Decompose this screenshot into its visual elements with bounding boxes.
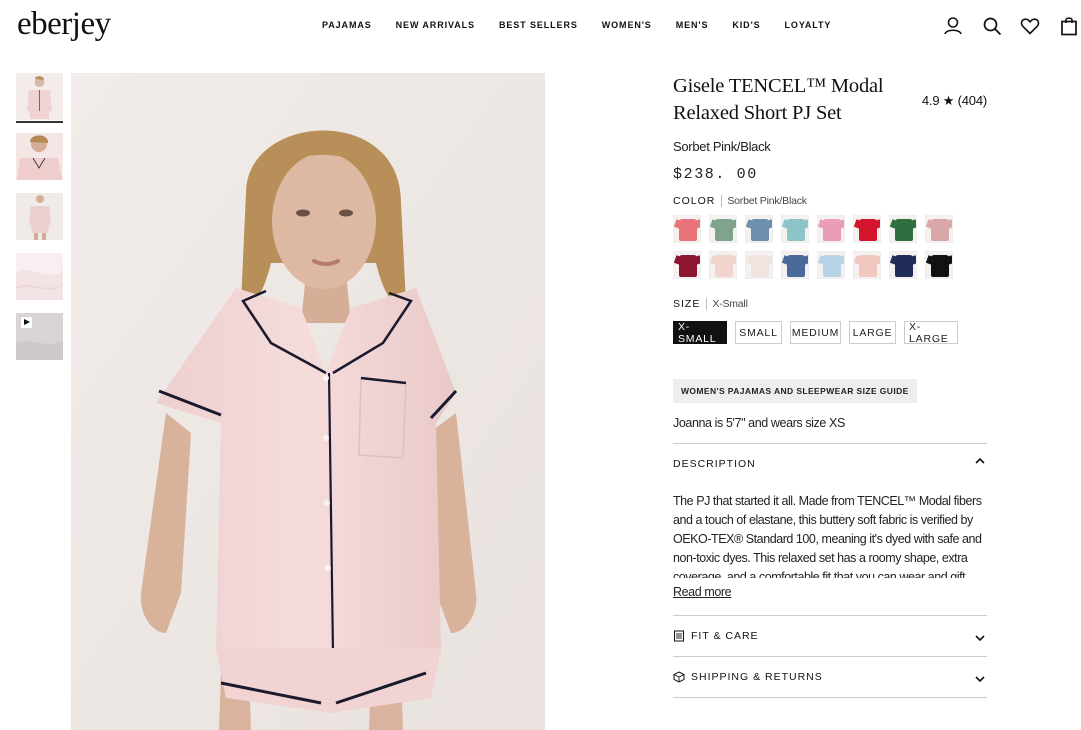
brand-logo[interactable]: eberjey <box>17 6 111 43</box>
chevron-down-icon <box>975 676 985 683</box>
care-label-icon <box>674 630 684 642</box>
product-color-name: Sorbet Pink/Black <box>673 139 771 154</box>
product-rating[interactable]: 4.9 ★ (404) <box>922 93 987 109</box>
swatch-shirt-icon <box>931 255 949 277</box>
size-guide-button[interactable]: WOMEN'S PAJAMAS AND SLEEPWEAR SIZE GUIDE <box>673 379 917 403</box>
thumbnail-video[interactable] <box>16 313 63 360</box>
color-swatch[interactable] <box>889 251 917 279</box>
package-icon <box>673 671 685 683</box>
label-divider <box>706 298 708 310</box>
shipping-returns-label: SHIPPING & RETURNS <box>691 671 823 683</box>
color-swatch[interactable] <box>781 215 809 243</box>
fit-care-accordion-header[interactable]: FIT & CARE <box>673 616 987 656</box>
color-swatch[interactable] <box>673 251 701 279</box>
color-label: COLOR <box>673 195 716 207</box>
thumbnail-closeup-image <box>16 133 63 180</box>
swatch-shirt-icon <box>823 219 841 241</box>
thumbnail-side[interactable] <box>16 193 63 240</box>
swatch-shirt-icon <box>787 219 805 241</box>
size-large-button[interactable]: LARGE <box>849 321 896 344</box>
label-divider <box>721 195 723 207</box>
nav-loyalty[interactable]: LOYALTY <box>785 20 832 30</box>
site-header: eberjey PAJAMAS NEW ARRIVALS BEST SELLER… <box>0 0 1081 52</box>
size-medium-button[interactable]: MEDIUM <box>790 321 841 344</box>
swatch-shirt-icon <box>751 219 769 241</box>
header-icons <box>940 15 1081 37</box>
color-swatch[interactable] <box>817 251 845 279</box>
thumbnail-fabric[interactable] <box>16 253 63 300</box>
color-swatch[interactable] <box>889 215 917 243</box>
color-label-row: COLOR Sorbet Pink/Black <box>673 195 987 207</box>
description-text: The PJ that started it all. Made from TE… <box>673 494 982 578</box>
swatch-shirt-icon <box>679 219 697 241</box>
color-swatch[interactable] <box>853 251 881 279</box>
color-swatch[interactable] <box>673 215 701 243</box>
size-label-row: SIZE X-Small <box>673 298 987 310</box>
nav-womens[interactable]: WOMEN'S <box>602 20 652 30</box>
swatch-shirt-icon <box>859 219 877 241</box>
product-details: Gisele TENCEL™ Modal Relaxed Short PJ Se… <box>673 73 987 698</box>
swatch-shirt-icon <box>715 219 733 241</box>
color-swatch[interactable] <box>925 215 953 243</box>
model-size-note: Joanna is 5'7" and wears size XS <box>673 416 845 430</box>
read-more-link[interactable]: Read more <box>673 585 732 599</box>
product-price: $238. 00 <box>673 166 758 183</box>
play-icon <box>21 317 32 328</box>
nav-new-arrivals[interactable]: NEW ARRIVALS <box>396 20 475 30</box>
cart-bag-icon[interactable] <box>1058 15 1080 37</box>
size-x-large-button[interactable]: X-LARGE <box>904 321 958 345</box>
account-icon[interactable] <box>942 15 964 37</box>
thumbnail-fabric-image <box>16 253 63 300</box>
thumbnail-side-image <box>16 193 63 240</box>
size-options: X-SMALL SMALL MEDIUM LARGE X-LARGE <box>673 321 987 345</box>
model-photo <box>71 73 545 730</box>
nav-mens[interactable]: MEN'S <box>676 20 709 30</box>
nav-pajamas[interactable]: PAJAMAS <box>322 20 372 30</box>
chevron-down-icon <box>975 635 985 642</box>
thumbnail-gallery <box>16 73 63 373</box>
wishlist-heart-icon[interactable] <box>1019 15 1041 37</box>
swatch-shirt-icon <box>895 255 913 277</box>
swatch-shirt-icon <box>859 255 877 277</box>
main-nav: PAJAMAS NEW ARRIVALS BEST SELLERS WOMEN'… <box>322 20 855 30</box>
shipping-returns-accordion-header[interactable]: SHIPPING & RETURNS <box>673 657 987 697</box>
nav-kids[interactable]: KID'S <box>732 20 760 30</box>
description-accordion-header[interactable]: DESCRIPTION <box>673 444 987 484</box>
color-swatch[interactable] <box>781 251 809 279</box>
swatch-shirt-icon <box>751 255 769 277</box>
swatch-shirt-icon <box>895 219 913 241</box>
thumbnail-closeup[interactable] <box>16 133 63 180</box>
size-x-small-button[interactable]: X-SMALL <box>673 321 727 345</box>
color-selected-value: Sorbet Pink/Black <box>727 195 807 207</box>
swatch-shirt-icon <box>679 255 697 277</box>
description-label: DESCRIPTION <box>673 458 756 470</box>
nav-best-sellers[interactable]: BEST SELLERS <box>499 20 578 30</box>
chevron-up-icon <box>975 457 985 464</box>
main-product-image[interactable] <box>71 73 545 730</box>
color-swatch[interactable] <box>745 251 773 279</box>
color-swatch[interactable] <box>709 215 737 243</box>
fit-care-label: FIT & CARE <box>691 630 759 642</box>
swatch-shirt-icon <box>823 255 841 277</box>
size-small-button[interactable]: SMALL <box>735 321 782 344</box>
product-title: Gisele TENCEL™ Modal Relaxed Short PJ Se… <box>673 75 884 124</box>
swatch-shirt-icon <box>931 219 949 241</box>
color-swatches <box>673 215 987 279</box>
section-divider <box>673 697 987 698</box>
color-swatch[interactable] <box>709 251 737 279</box>
color-swatch[interactable] <box>817 215 845 243</box>
swatch-shirt-icon <box>715 255 733 277</box>
color-swatch[interactable] <box>853 215 881 243</box>
color-swatch[interactable] <box>745 215 773 243</box>
thumbnail-front-image <box>16 73 63 120</box>
search-icon[interactable] <box>981 15 1003 37</box>
color-swatch[interactable] <box>925 251 953 279</box>
size-selected-value: X-Small <box>712 298 748 310</box>
size-label: SIZE <box>673 298 701 310</box>
thumbnail-front[interactable] <box>16 73 63 123</box>
swatch-shirt-icon <box>787 255 805 277</box>
